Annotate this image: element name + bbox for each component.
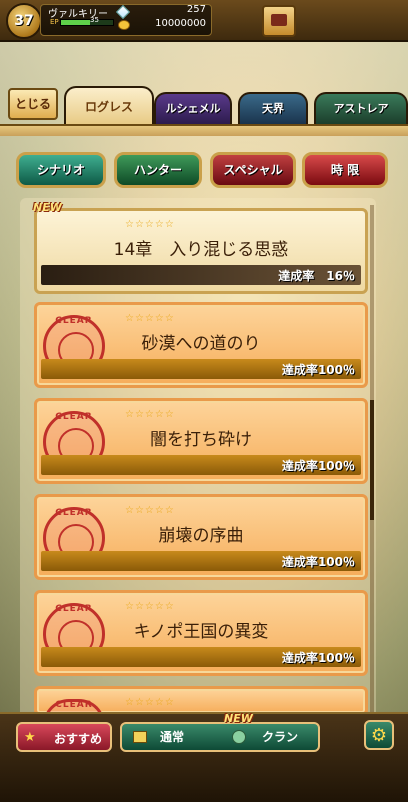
ep-label: EP (50, 18, 59, 26)
coin-count: 10000000 (155, 18, 206, 29)
close-button[interactable]: とじる (8, 88, 58, 120)
tab-astrea[interactable]: アストレア (314, 92, 408, 126)
ep-progress-fill (61, 20, 90, 25)
new-badge: NEW (33, 201, 62, 214)
difficulty-stars: ☆☆☆☆☆ (125, 313, 175, 324)
category-hunter-button[interactable]: ハンター (114, 152, 202, 188)
category-time-limited-button[interactable]: 時 限 (302, 152, 388, 188)
progress-bar: 達成率100％ (41, 359, 361, 379)
progress-bar: 達成率100％ (41, 455, 361, 475)
chapter-card[interactable]: CLEAR ☆☆☆☆☆ キノポ王国の異変 達成率100％ (34, 590, 368, 676)
category-special-button[interactable]: スペシャル (210, 152, 296, 188)
chapter-card[interactable]: CLEAR ☆☆☆☆☆ 闇を打ち砕け 達成率100％ (34, 398, 368, 484)
coin-icon (118, 20, 130, 30)
progress-text: 達成率100％ (281, 651, 355, 665)
chapter-title: 14章 入り混じる思惑 (113, 240, 289, 260)
progress-bar: 達成率 16％ (41, 265, 361, 285)
flag-icon (133, 731, 147, 743)
settings-button[interactable]: ⚙ (364, 720, 394, 750)
progress-text: 達成率100％ (281, 459, 355, 473)
chapter-title: 砂漠への道のり (141, 334, 261, 354)
tab-underline-strip (0, 124, 408, 136)
chapter-title: 崩壊の序曲 (158, 526, 244, 546)
difficulty-stars: ☆☆☆☆☆ (125, 505, 175, 516)
tab-tenkai[interactable]: 天界 (238, 92, 308, 126)
difficulty-stars: ☆☆☆☆☆ (125, 219, 175, 230)
ep-progress-bar (60, 19, 114, 26)
chapter-title: 闇を打ち砕け (150, 430, 252, 450)
chapter-card[interactable]: CLEAR ☆☆☆☆☆ 砂漠への道のり 達成率100％ (34, 302, 368, 388)
ep-value: 35 (90, 16, 99, 24)
difficulty-stars: ☆☆☆☆☆ (125, 601, 175, 612)
tab-lucemel[interactable]: ルシェメル (154, 92, 232, 126)
level-badge: 37 (6, 3, 42, 39)
progress-text: 達成率100％ (281, 363, 355, 377)
book-icon (271, 14, 287, 26)
clan-icon (232, 730, 246, 744)
difficulty-stars: ☆☆☆☆☆ (125, 409, 175, 420)
chapter-card[interactable]: NEW ☆☆☆☆☆ 14章 入り混じる思惑 達成率 16％ (33, 201, 368, 294)
category-scenario-button[interactable]: シナリオ (16, 152, 106, 188)
progress-bar: 達成率100％ (41, 551, 361, 571)
gear-icon: ⚙ (370, 725, 388, 746)
tab-logress[interactable]: ログレス (64, 86, 154, 128)
profile-book-button[interactable] (262, 5, 296, 37)
progress-text: 達成率100％ (281, 555, 355, 569)
chapter-title: キノポ王国の異変 (133, 622, 269, 642)
gem-count: 257 (186, 4, 206, 15)
difficulty-stars: ☆☆☆☆☆ (125, 697, 175, 708)
scrollbar-thumb[interactable] (370, 400, 374, 520)
normal-mode-label[interactable]: 通常 (160, 728, 184, 745)
clan-new-badge: NEW (224, 712, 253, 725)
clan-mode-label[interactable]: クラン (262, 728, 298, 745)
progress-text: 達成率 16％ (278, 269, 355, 283)
chapter-card[interactable]: CLEAR ☆☆☆☆☆ 崩壊の序曲 達成率100％ (34, 494, 368, 580)
progress-bar: 達成率100％ (41, 647, 361, 667)
star-icon: ★ (24, 730, 36, 745)
